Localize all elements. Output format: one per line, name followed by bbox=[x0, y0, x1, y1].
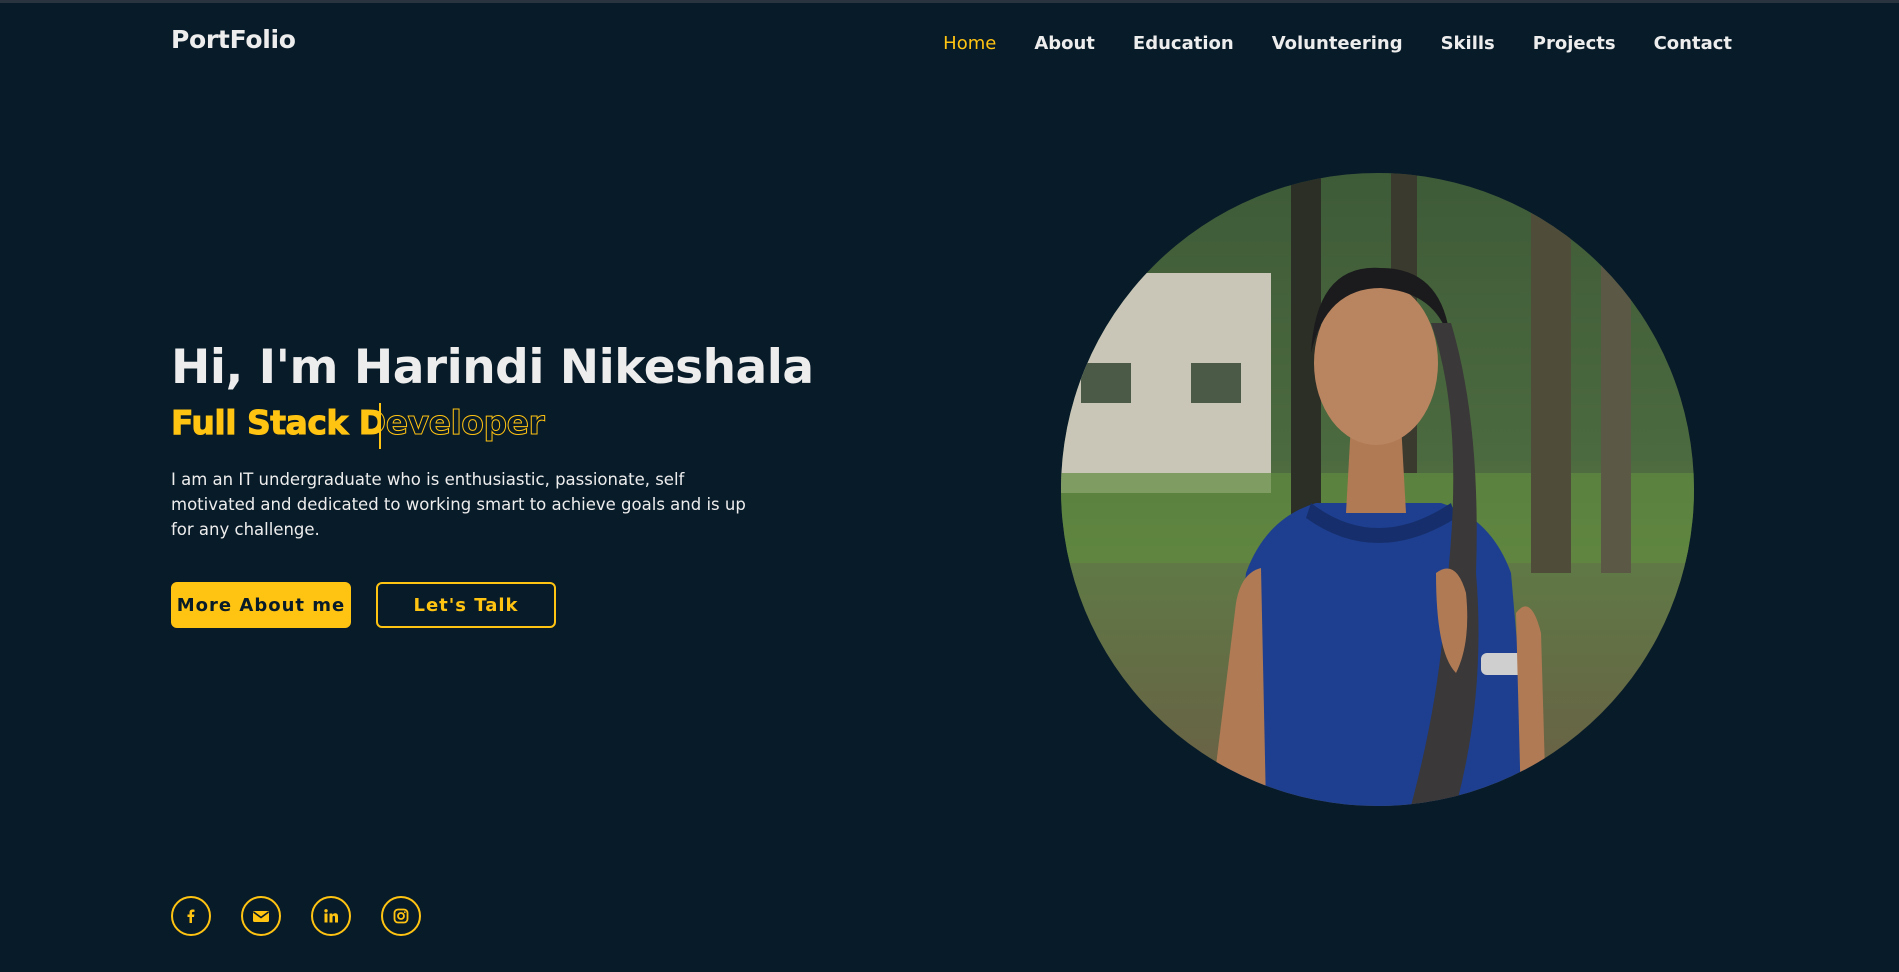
role-typed-text: Full Stack De bbox=[171, 403, 381, 449]
hero-section: Hi, I'm Harindi Nikeshala Full Stack Dev… bbox=[170, 340, 821, 628]
nav-contact[interactable]: Contact bbox=[1654, 33, 1732, 54]
nav-about[interactable]: About bbox=[1034, 33, 1095, 54]
hero-description: I am an IT undergraduate who is enthusia… bbox=[171, 470, 746, 539]
site-logo[interactable]: PortFolio bbox=[171, 25, 296, 54]
hero-greeting: Hi, I'm Harindi Nikeshala bbox=[171, 340, 814, 395]
instagram-icon[interactable] bbox=[381, 896, 421, 936]
email-icon[interactable] bbox=[241, 896, 281, 936]
social-links bbox=[171, 896, 421, 936]
facebook-icon[interactable] bbox=[171, 896, 211, 936]
nav-home[interactable]: Home bbox=[943, 33, 996, 54]
main-nav: Home About Education Volunteering Skills… bbox=[905, 33, 1732, 54]
hero-buttons: More About me Let's Talk bbox=[171, 582, 821, 628]
site-header: PortFolio Home About Education Volunteer… bbox=[0, 3, 1899, 81]
lets-talk-button[interactable]: Let's Talk bbox=[376, 582, 556, 628]
nav-projects[interactable]: Projects bbox=[1533, 33, 1616, 54]
nav-skills[interactable]: Skills bbox=[1441, 33, 1495, 54]
nav-volunteering[interactable]: Volunteering bbox=[1272, 33, 1403, 54]
linkedin-icon[interactable] bbox=[311, 896, 351, 936]
nav-education[interactable]: Education bbox=[1133, 33, 1234, 54]
typing-role: Full Stack Developer Full Stack De bbox=[170, 403, 821, 449]
profile-photo bbox=[1061, 173, 1694, 806]
more-about-me-button[interactable]: More About me bbox=[171, 582, 351, 628]
